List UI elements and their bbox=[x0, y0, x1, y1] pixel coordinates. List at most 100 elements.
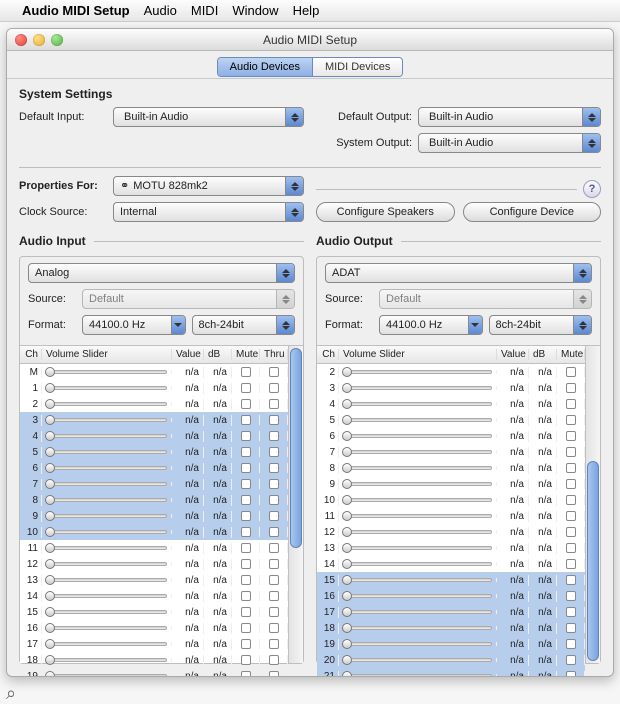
mute-checkbox[interactable] bbox=[557, 575, 585, 585]
default-output-select[interactable]: Built-in Audio bbox=[418, 107, 601, 127]
thru-checkbox[interactable] bbox=[260, 559, 288, 569]
volume-slider[interactable] bbox=[42, 466, 172, 470]
mute-checkbox[interactable] bbox=[232, 575, 260, 585]
volume-slider[interactable] bbox=[339, 530, 497, 534]
volume-slider[interactable] bbox=[42, 594, 172, 598]
output-format-ch-select[interactable]: 8ch-24bit bbox=[489, 315, 593, 335]
mute-checkbox[interactable] bbox=[232, 527, 260, 537]
channel-row[interactable]: 16n/an/a bbox=[317, 588, 585, 604]
channel-row[interactable]: 10n/an/a bbox=[317, 492, 585, 508]
thru-checkbox[interactable] bbox=[260, 431, 288, 441]
thru-checkbox[interactable] bbox=[260, 671, 288, 677]
thru-checkbox[interactable] bbox=[260, 607, 288, 617]
volume-slider[interactable] bbox=[42, 370, 172, 374]
mute-checkbox[interactable] bbox=[557, 415, 585, 425]
mute-checkbox[interactable] bbox=[557, 655, 585, 665]
menu-window[interactable]: Window bbox=[232, 3, 278, 18]
channel-row[interactable]: 5n/an/a bbox=[317, 412, 585, 428]
volume-slider[interactable] bbox=[42, 530, 172, 534]
volume-slider[interactable] bbox=[42, 386, 172, 390]
mute-checkbox[interactable] bbox=[557, 591, 585, 601]
thru-checkbox[interactable] bbox=[260, 655, 288, 665]
mute-checkbox[interactable] bbox=[232, 463, 260, 473]
channel-row[interactable]: 7n/an/a bbox=[317, 444, 585, 460]
mute-checkbox[interactable] bbox=[557, 383, 585, 393]
col-slider[interactable]: Volume Slider bbox=[42, 349, 172, 360]
volume-slider[interactable] bbox=[339, 658, 497, 662]
volume-slider[interactable] bbox=[339, 578, 497, 582]
volume-slider[interactable] bbox=[339, 386, 497, 390]
mute-checkbox[interactable] bbox=[232, 367, 260, 377]
channel-row[interactable]: 12n/an/a bbox=[317, 524, 585, 540]
close-icon[interactable] bbox=[15, 34, 27, 46]
mute-checkbox[interactable] bbox=[232, 495, 260, 505]
volume-slider[interactable] bbox=[339, 450, 497, 454]
thru-checkbox[interactable] bbox=[260, 415, 288, 425]
channel-row[interactable]: 16n/an/a bbox=[20, 620, 288, 636]
mute-checkbox[interactable] bbox=[557, 623, 585, 633]
volume-slider[interactable] bbox=[42, 402, 172, 406]
mute-checkbox[interactable] bbox=[232, 591, 260, 601]
menu-audio[interactable]: Audio bbox=[144, 3, 177, 18]
mute-checkbox[interactable] bbox=[232, 511, 260, 521]
system-output-select[interactable]: Built-in Audio bbox=[418, 133, 601, 153]
col-mute[interactable]: Mute bbox=[232, 349, 260, 360]
input-format-ch-select[interactable]: 8ch-24bit bbox=[192, 315, 296, 335]
input-scrollbar[interactable] bbox=[288, 346, 303, 663]
volume-slider[interactable] bbox=[339, 418, 497, 422]
col-db[interactable]: dB bbox=[204, 349, 232, 360]
channel-row[interactable]: 8n/an/a bbox=[317, 460, 585, 476]
channel-row[interactable]: 17n/an/a bbox=[20, 636, 288, 652]
volume-slider[interactable] bbox=[339, 370, 497, 374]
volume-slider[interactable] bbox=[42, 642, 172, 646]
volume-slider[interactable] bbox=[339, 514, 497, 518]
volume-slider[interactable] bbox=[42, 562, 172, 566]
menu-help[interactable]: Help bbox=[293, 3, 320, 18]
channel-row[interactable]: 8n/an/a bbox=[20, 492, 288, 508]
mute-checkbox[interactable] bbox=[232, 479, 260, 489]
channel-row[interactable]: 15n/an/a bbox=[317, 572, 585, 588]
thru-checkbox[interactable] bbox=[260, 479, 288, 489]
mute-checkbox[interactable] bbox=[557, 447, 585, 457]
default-input-select[interactable]: Built-in Audio bbox=[113, 107, 304, 127]
volume-slider[interactable] bbox=[339, 498, 497, 502]
channel-row[interactable]: 2n/an/a bbox=[317, 364, 585, 380]
mute-checkbox[interactable] bbox=[232, 415, 260, 425]
channel-row[interactable]: 18n/an/a bbox=[317, 620, 585, 636]
output-type-select[interactable]: ADAT bbox=[325, 263, 592, 283]
mute-checkbox[interactable] bbox=[232, 399, 260, 409]
properties-for-select[interactable]: ⚭ MOTU 828mk2 bbox=[113, 176, 304, 196]
volume-slider[interactable] bbox=[339, 434, 497, 438]
col-ch[interactable]: Ch bbox=[20, 349, 42, 360]
channel-row[interactable]: 11n/an/a bbox=[20, 540, 288, 556]
menu-midi[interactable]: MIDI bbox=[191, 3, 218, 18]
mute-checkbox[interactable] bbox=[557, 463, 585, 473]
volume-slider[interactable] bbox=[339, 610, 497, 614]
volume-slider[interactable] bbox=[339, 642, 497, 646]
thru-checkbox[interactable] bbox=[260, 447, 288, 457]
col-value[interactable]: Value bbox=[497, 349, 529, 360]
mute-checkbox[interactable] bbox=[232, 607, 260, 617]
thru-checkbox[interactable] bbox=[260, 575, 288, 585]
volume-slider[interactable] bbox=[339, 562, 497, 566]
thru-checkbox[interactable] bbox=[260, 463, 288, 473]
volume-slider[interactable] bbox=[42, 578, 172, 582]
channel-row[interactable]: 4n/an/a bbox=[20, 428, 288, 444]
thru-checkbox[interactable] bbox=[260, 591, 288, 601]
input-format-hz-select[interactable]: 44100.0 Hz bbox=[82, 315, 186, 335]
channel-row[interactable]: 20n/an/a bbox=[317, 652, 585, 668]
channel-row[interactable]: 14n/an/a bbox=[317, 556, 585, 572]
channel-row[interactable]: 1n/an/a bbox=[20, 380, 288, 396]
volume-slider[interactable] bbox=[339, 674, 497, 677]
mute-checkbox[interactable] bbox=[557, 511, 585, 521]
channel-row[interactable]: 13n/an/a bbox=[20, 572, 288, 588]
volume-slider[interactable] bbox=[42, 546, 172, 550]
thru-checkbox[interactable] bbox=[260, 511, 288, 521]
channel-row[interactable]: 12n/an/a bbox=[20, 556, 288, 572]
volume-slider[interactable] bbox=[42, 450, 172, 454]
mute-checkbox[interactable] bbox=[557, 559, 585, 569]
volume-slider[interactable] bbox=[42, 610, 172, 614]
channel-row[interactable]: 15n/an/a bbox=[20, 604, 288, 620]
channel-row[interactable]: 18n/an/a bbox=[20, 652, 288, 668]
volume-slider[interactable] bbox=[42, 418, 172, 422]
